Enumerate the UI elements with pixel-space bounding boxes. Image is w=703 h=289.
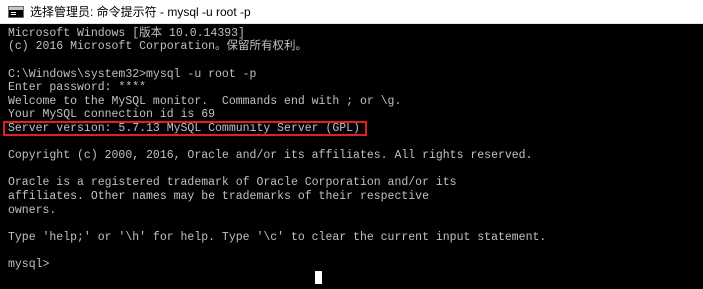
command-prompt-window: 选择管理员: 命令提示符 - mysql -u root -p Microsof… [0, 0, 703, 289]
text-cursor [315, 271, 322, 284]
console-line: Your MySQL connection id is 69 [8, 108, 216, 121]
console-line: Welcome to the MySQL monitor. Commands e… [8, 95, 402, 108]
console-line: Oracle is a registered trademark of Orac… [8, 176, 457, 189]
console-line: (c) 2016 Microsoft Corporation。保留所有权利。 [8, 40, 308, 53]
window-title: 选择管理员: 命令提示符 - mysql -u root -p [30, 5, 251, 19]
console-output[interactable]: Microsoft Windows [版本 10.0.14393] (c) 20… [0, 25, 703, 289]
console-line: C:\Windows\system32>mysql -u root -p [8, 68, 257, 81]
highlight-annotation-box [3, 121, 367, 136]
console-line: affiliates. Other names may be trademark… [8, 190, 429, 203]
console-window-icon [8, 5, 24, 18]
mysql-prompt: mysql> [8, 258, 50, 271]
console-line: Copyright (c) 2000, 2016, Oracle and/or … [8, 149, 533, 162]
title-bar[interactable]: 选择管理员: 命令提示符 - mysql -u root -p [0, 0, 703, 24]
console-line: Type 'help;' or '\h' for help. Type '\c'… [8, 231, 547, 244]
console-line: Microsoft Windows [版本 10.0.14393] [8, 27, 245, 40]
console-line: owners. [8, 204, 57, 217]
console-line: Enter password: **** [8, 81, 147, 94]
